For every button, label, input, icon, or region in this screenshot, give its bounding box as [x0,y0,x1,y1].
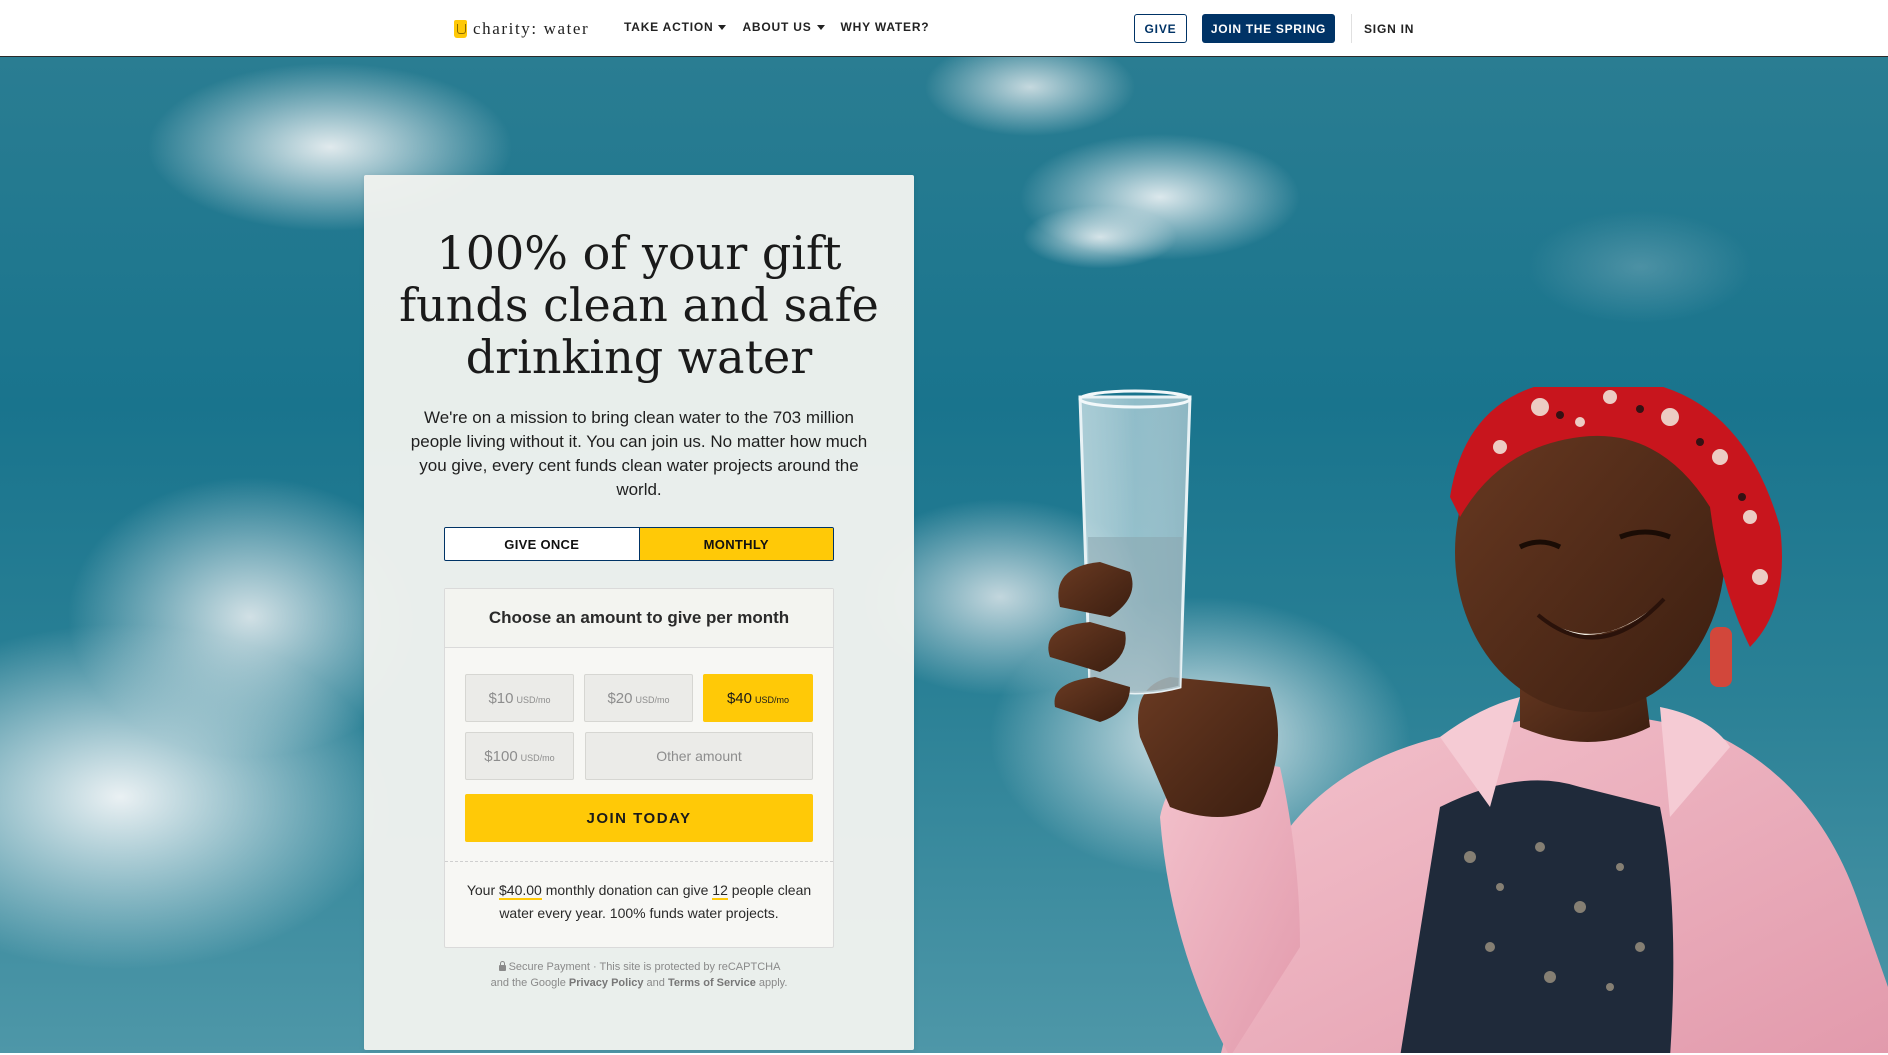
logo[interactable]: charity: water [454,18,589,40]
amount-value: $100 [484,748,518,765]
nav-why-water[interactable]: WHY WATER? [841,20,930,34]
amount-value: $20 [607,690,633,707]
lock-icon [498,961,507,971]
nav-why-water-label: WHY WATER? [840,20,930,34]
amount-unit: USD/mo [755,695,790,705]
amount-heading: Choose an amount to give per month [445,589,833,648]
secure-line-1: Secure Payment · This site is protected … [404,959,874,975]
secure-line-2-suffix: apply. [755,977,788,989]
impact-amount: $40.00 [499,882,542,900]
amount-option-10[interactable]: $10 USD/mo [465,674,574,722]
nav-about-us-label: ABOUT US [742,20,812,34]
nav-take-action-label: TAKE ACTION [624,20,714,34]
terms-of-service-link[interactable]: Terms of Service [668,977,756,989]
secure-line-2: and the Google Privacy Policy and Terms … [404,975,874,991]
panel-divider [445,861,833,862]
give-once-option[interactable]: GIVE ONCE [445,528,639,560]
amount-unit: USD/mo [635,695,670,705]
amount-value: $40 [726,690,752,707]
amount-option-20[interactable]: $20 USD/mo [584,674,693,722]
sign-in-link[interactable]: SIGN IN [1364,22,1414,36]
amount-unit: USD/mo [516,695,551,705]
hero-background: 100% of your gift funds clean and safe d… [0,57,1888,1053]
secure-line-2-prefix: and the Google [490,977,569,989]
secure-line-1-text: Secure Payment · This site is protected … [508,961,781,973]
jerry-can-icon [454,20,467,38]
secure-and: and [643,977,668,989]
impact-statement: Your $40.00 monthly donation can give 12… [455,879,823,925]
nav-take-action[interactable]: TAKE ACTION [624,20,727,34]
amount-panel: Choose an amount to give per month $10 U… [444,588,834,948]
impact-prefix: Your [466,882,500,898]
privacy-policy-link[interactable]: Privacy Policy [569,977,644,989]
mission-description: We're on a mission to bring clean water … [410,408,868,499]
nav-about-us[interactable]: ABOUT US [742,20,825,34]
header-divider [1351,14,1352,43]
site-header: charity: water TAKE ACTION ABOUT US WHY … [0,0,1888,57]
main-nav: TAKE ACTION ABOUT US WHY WATER? [624,20,929,34]
amount-option-40[interactable]: $40 USD/mo [703,674,813,722]
amount-unit: USD/mo [520,753,555,763]
monthly-option[interactable]: MONTHLY [638,528,833,560]
amount-option-100[interactable]: $100 USD/mo [465,732,574,780]
join-today-button[interactable]: JOIN TODAY [465,794,813,842]
logo-text: charity: water [473,19,590,38]
secure-payment-note: Secure Payment · This site is protected … [404,959,874,991]
caret-down-icon [718,24,727,30]
impact-people-count: 12 [712,882,728,900]
caret-down-icon [816,24,825,30]
frequency-toggle: GIVE ONCE MONTHLY [444,527,834,561]
other-amount-input[interactable] [585,732,813,780]
amount-value: $10 [488,690,514,707]
give-button[interactable]: GIVE [1134,14,1187,43]
donation-card: 100% of your gift funds clean and safe d… [364,175,914,1050]
woman-with-water-glass-image [1048,387,1888,1053]
page-title: 100% of your gift funds clean and safe d… [399,226,879,384]
impact-middle: monthly donation can give [541,882,713,898]
join-the-spring-button[interactable]: JOIN THE SPRING [1202,14,1335,43]
